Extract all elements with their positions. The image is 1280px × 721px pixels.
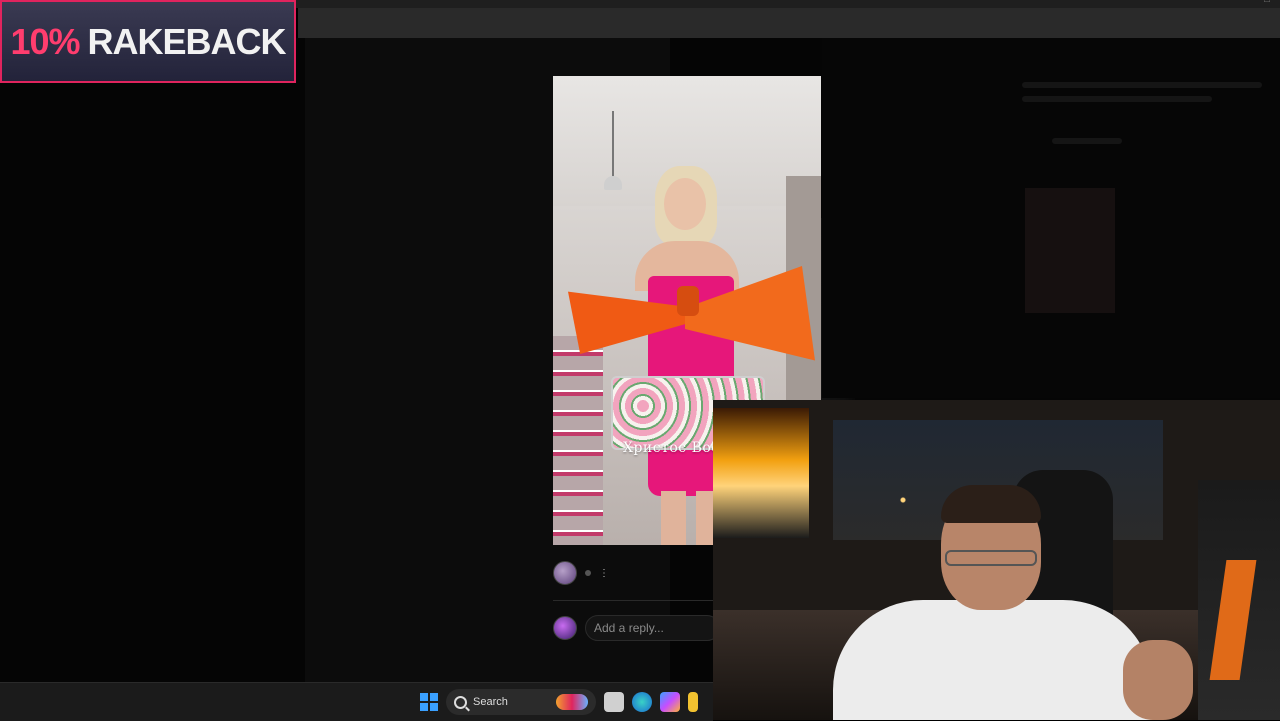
windows-taskbar: Search — [0, 682, 713, 721]
story-caption: Христос Вос — [623, 440, 720, 456]
webcam-fireplace-tv — [713, 408, 809, 538]
story-author-row: ⋮ — [553, 561, 609, 585]
search-icon — [454, 695, 467, 709]
author-avatar[interactable] — [553, 561, 577, 585]
taskbar-search-box[interactable]: Search — [446, 689, 596, 715]
file-explorer-icon[interactable] — [604, 692, 624, 712]
dimmed-thumbnail — [1025, 188, 1115, 313]
webcam-person-glasses — [945, 550, 1037, 566]
search-highlight-icon — [556, 694, 588, 710]
lamp-cord — [612, 111, 614, 181]
edge-icon[interactable] — [632, 692, 652, 712]
pendant-lamp — [604, 176, 622, 190]
webcam-person-hair — [941, 485, 1041, 523]
rakeback-percent: 10% — [10, 20, 80, 62]
folder-icon[interactable] — [688, 692, 698, 712]
browser-tab-strip — [298, 8, 1280, 39]
maximize-icon[interactable]: □ — [1264, 0, 1270, 5]
dimmed-text-line — [1022, 96, 1212, 102]
reply-input[interactable] — [585, 615, 720, 641]
person-legs — [661, 491, 721, 545]
orange-bow-knot — [677, 286, 699, 316]
rakeback-banner: 10% RAKEBACK — [0, 0, 296, 83]
striped-shelf — [553, 336, 603, 545]
webcam-person-arm — [1123, 640, 1193, 720]
taskbar-search-label: Search — [473, 696, 508, 708]
rakeback-label: RAKEBACK — [87, 20, 287, 62]
webcam-overlay — [713, 400, 1280, 720]
dimmed-text-line — [1052, 138, 1122, 144]
reply-row — [553, 615, 720, 641]
window-controls[interactable]: – □ — [1244, 0, 1270, 5]
viewer-avatar — [553, 616, 577, 640]
story-divider — [553, 600, 713, 601]
person-face — [664, 178, 706, 230]
windows-start-icon[interactable] — [420, 693, 438, 711]
webcam-person-shirt — [833, 600, 1153, 720]
copilot-icon[interactable] — [660, 692, 680, 712]
status-dot — [585, 570, 591, 576]
dimmed-text-line — [1022, 82, 1262, 88]
minimize-icon[interactable]: – — [1244, 0, 1250, 5]
taskbar-icons: Search — [420, 689, 698, 715]
more-options-icon[interactable]: ⋮ — [599, 568, 609, 579]
